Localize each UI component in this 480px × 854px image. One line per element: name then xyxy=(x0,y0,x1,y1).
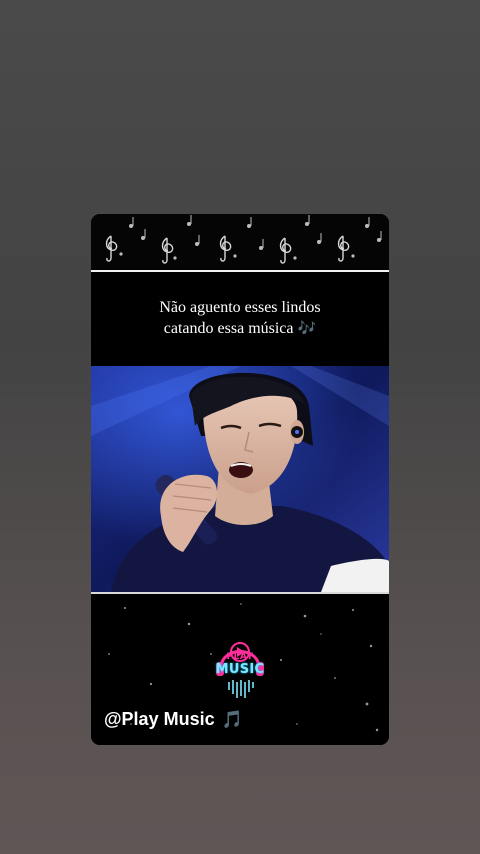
music-notes-pattern-icon xyxy=(105,215,382,264)
video-frame[interactable] xyxy=(91,366,389,592)
handle-text: @Play Music xyxy=(104,709,215,729)
logo-play-text: PLAY xyxy=(226,652,254,662)
singer-video-image xyxy=(91,366,389,592)
music-note-emoji-icon: 🎵 xyxy=(221,710,243,730)
story-card[interactable]: Não aguento esses lindos catando essa mú… xyxy=(91,214,389,745)
music-notes-header xyxy=(91,214,389,270)
header-divider xyxy=(91,270,389,272)
play-music-logo: PLAY MUSIC xyxy=(213,636,267,702)
account-handle[interactable]: @Play Music 🎵 xyxy=(104,708,243,731)
caption-line-2: catando essa música 🎶 xyxy=(91,318,389,339)
music-notes-emoji-icon: 🎶 xyxy=(297,319,317,337)
logo-music-text: MUSIC xyxy=(215,662,265,677)
caption-line-1: Não aguento esses lindos xyxy=(159,299,321,316)
caption-line-2-text: catando essa música xyxy=(163,320,294,337)
story-caption: Não aguento esses lindos catando essa mú… xyxy=(91,298,389,339)
